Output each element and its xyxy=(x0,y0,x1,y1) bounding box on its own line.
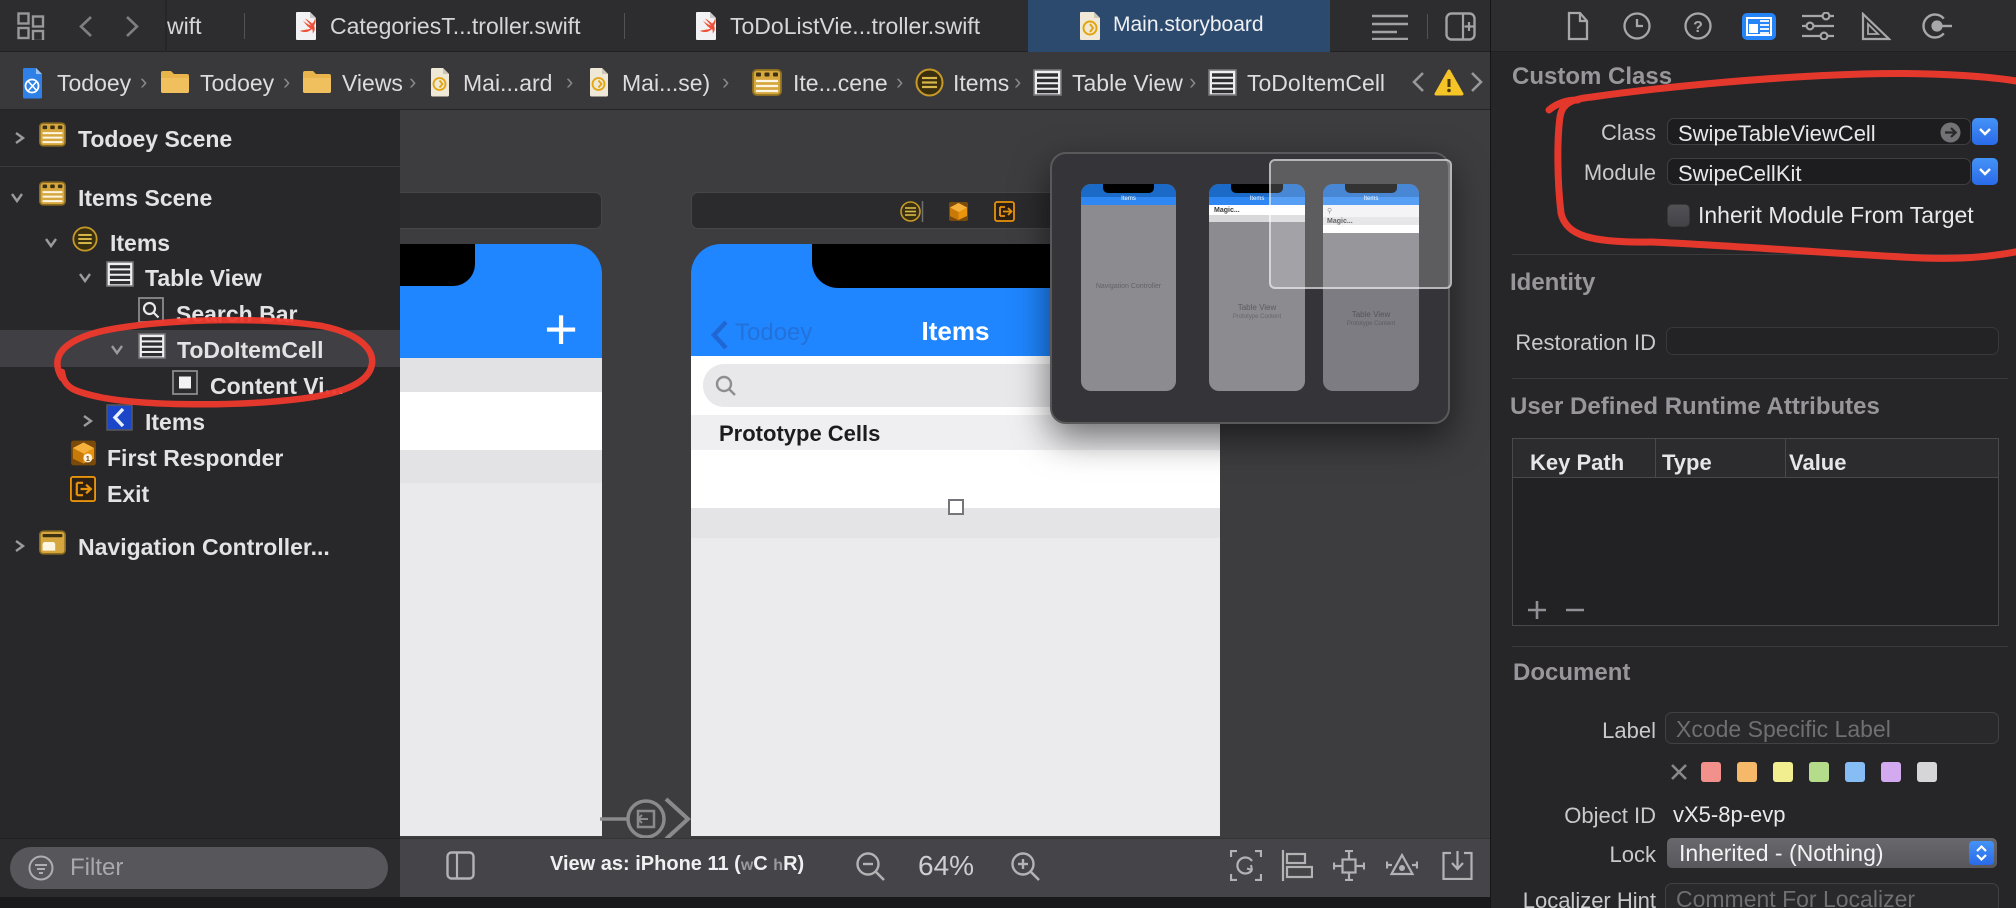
svg-text:1: 1 xyxy=(86,454,90,463)
svg-text:?: ? xyxy=(1693,19,1703,36)
